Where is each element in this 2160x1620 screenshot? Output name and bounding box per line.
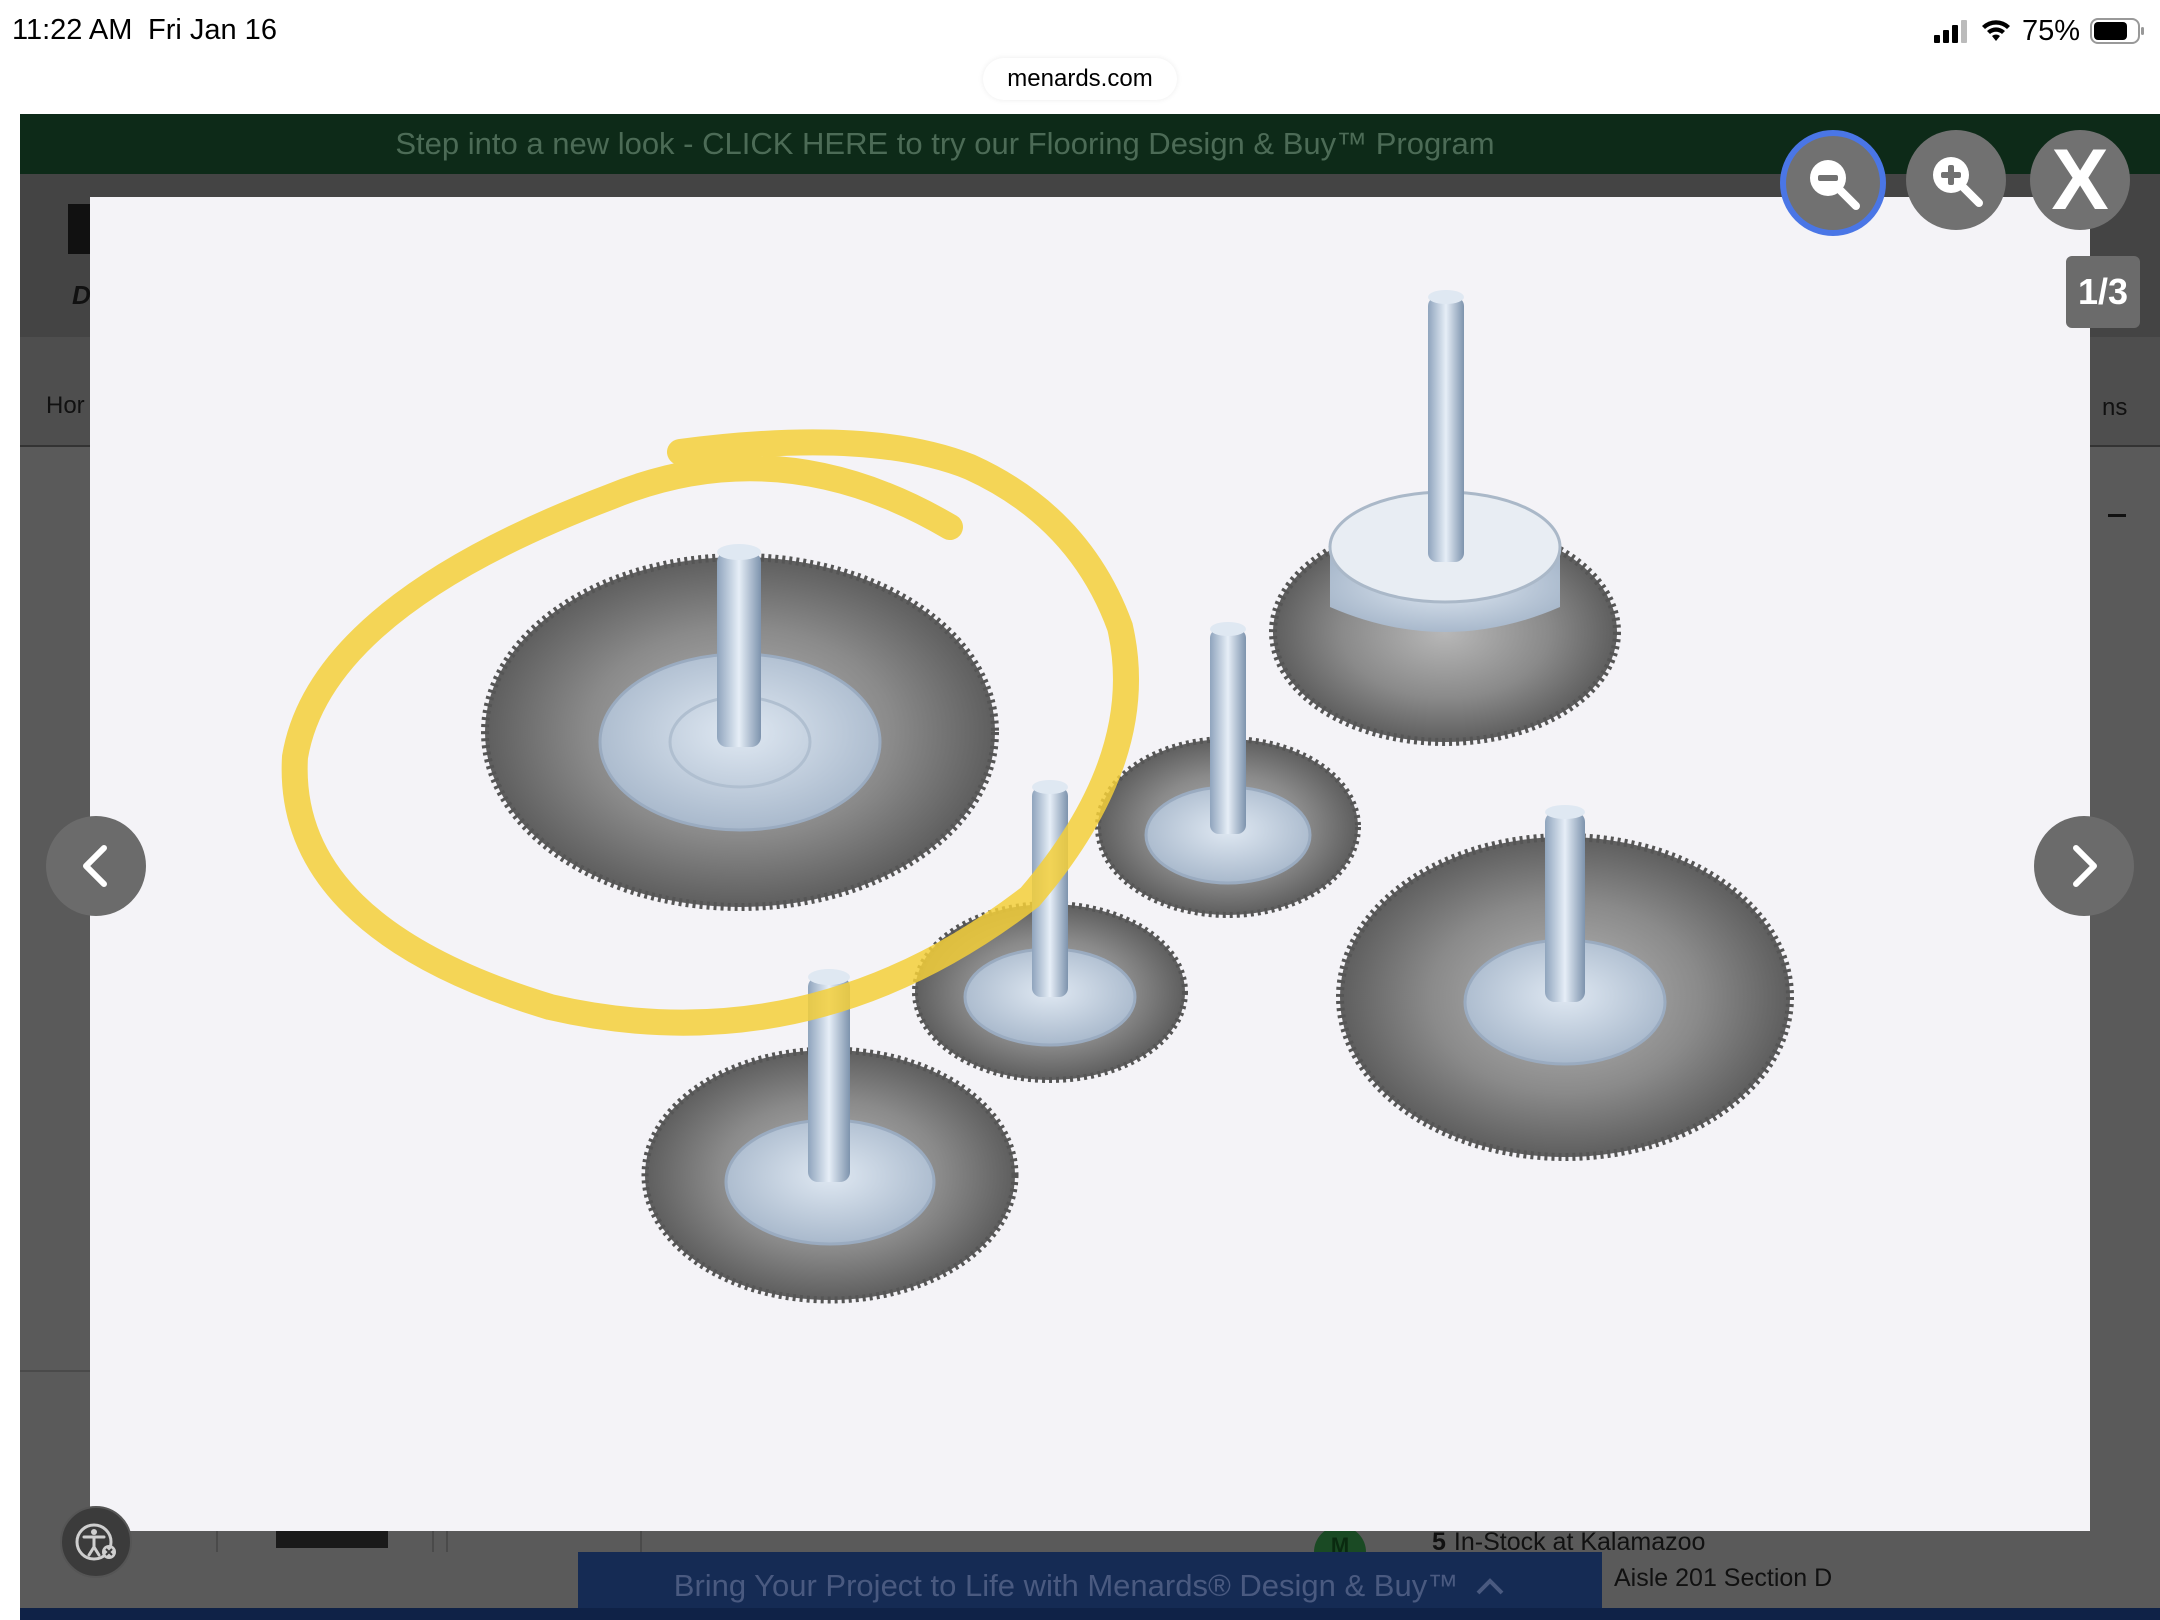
zoom-in-icon — [1933, 157, 1983, 207]
nav-item-right[interactable]: ns — [2102, 394, 2127, 422]
close-icon: X — [2051, 132, 2109, 228]
image-page-counter: 1/3 — [2066, 256, 2140, 328]
zoom-out-icon — [1810, 160, 1860, 210]
accessibility-icon — [75, 1523, 116, 1561]
site-logo-text: D — [72, 280, 91, 310]
nav-item-home[interactable]: Hor — [46, 392, 85, 420]
divider — [2108, 514, 2126, 517]
wire-brush-set-photo — [281, 290, 1794, 1304]
close-button[interactable]: X — [2030, 130, 2130, 230]
wheel-brush-large — [481, 544, 999, 911]
chevron-left-icon — [83, 845, 107, 887]
design-buy-banner-text: Bring Your Project to Life with Menards®… — [673, 1568, 1459, 1603]
battery-percent: 75% — [2021, 14, 2080, 47]
aisle-location: Aisle 201 Section D — [1614, 1564, 1833, 1592]
chevron-right-icon — [2073, 845, 2097, 887]
cellular-signal-icon — [1933, 20, 1967, 43]
wifi-icon — [1981, 20, 2010, 41]
next-image-button[interactable] — [2034, 816, 2134, 916]
status-indicators: 75% — [1932, 14, 2146, 48]
battery-icon — [2090, 18, 2144, 44]
footer-strip — [20, 1608, 2160, 1620]
product-image[interactable] — [90, 197, 2090, 1531]
cup-brush — [1269, 290, 1621, 746]
previous-image-button[interactable] — [46, 816, 146, 916]
wheel-brush-large-2 — [1336, 805, 1794, 1161]
status-bar: 11:22 AM Fri Jan 16 75% — [0, 0, 2160, 62]
accessibility-button[interactable] — [60, 1506, 132, 1578]
promo-banner-text: Step into a new look - CLICK HERE to try… — [395, 126, 1495, 161]
thumbnail-image[interactable] — [276, 1530, 388, 1548]
status-time: 11:22 AM — [12, 14, 133, 46]
status-date: Fri Jan 16 — [148, 14, 277, 46]
zoom-out-button[interactable] — [1780, 130, 1886, 236]
chevron-up-icon — [1476, 1578, 1504, 1595]
zoom-in-button[interactable] — [1906, 130, 2006, 230]
site-logo[interactable] — [68, 204, 90, 254]
url-bar[interactable]: menards.com — [983, 58, 1177, 100]
